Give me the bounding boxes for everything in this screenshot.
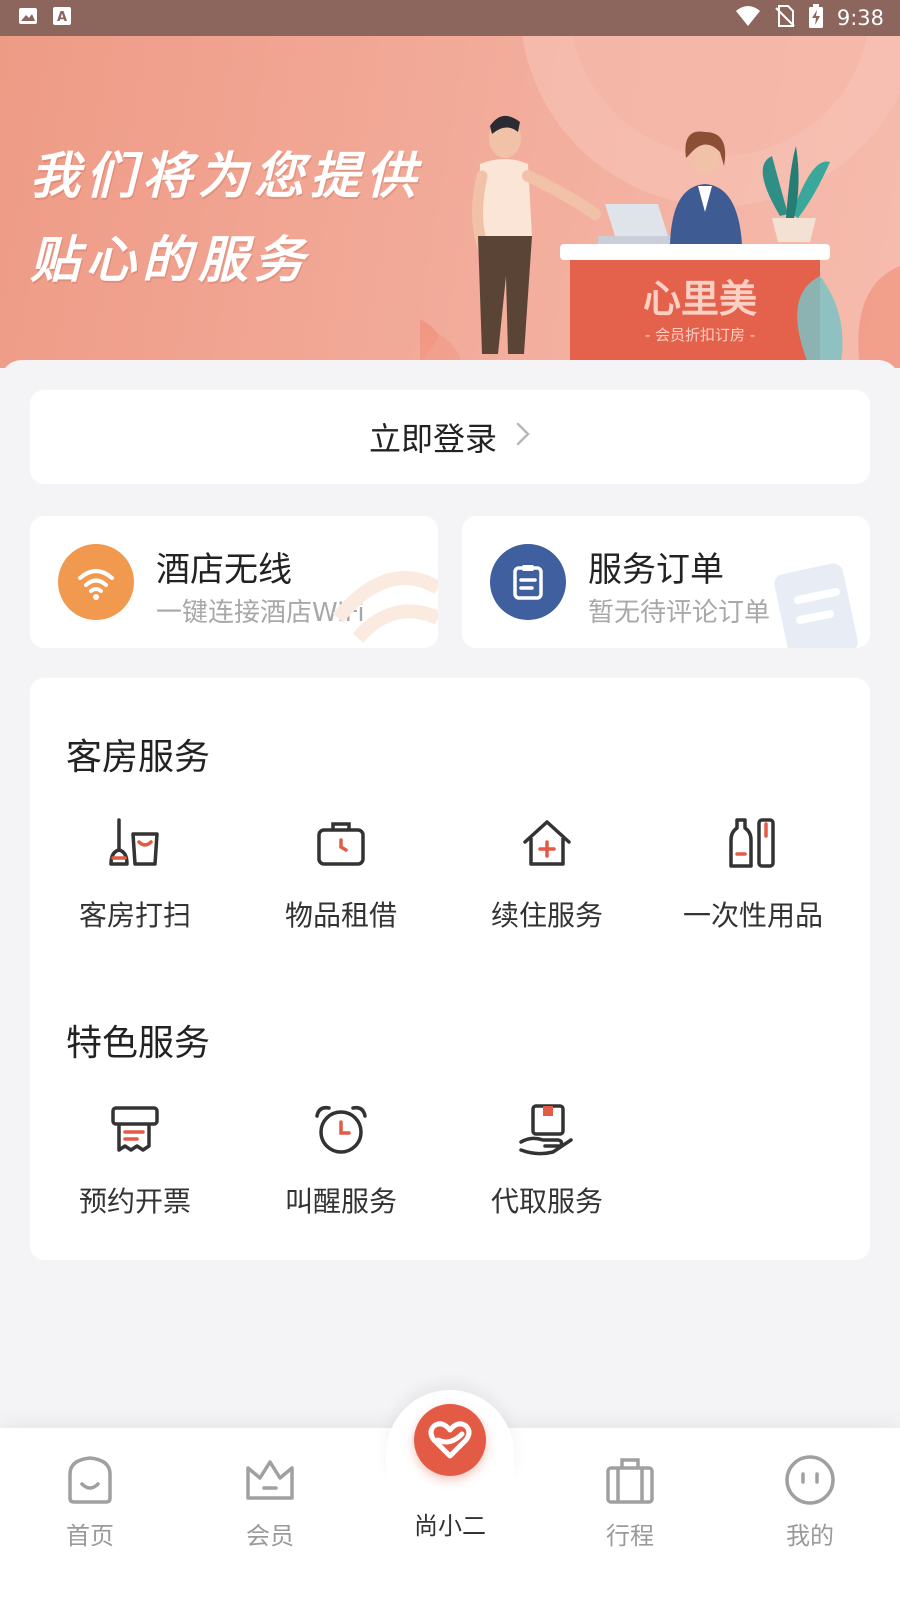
service-room-cleaning[interactable]: 客房打扫	[30, 814, 240, 944]
banner-line-1: 我们将为您提供	[30, 147, 422, 205]
crown-icon	[246, 1460, 294, 1500]
receipt-printer-icon	[111, 1106, 159, 1152]
desk-brand: 心里美	[643, 277, 757, 321]
banner-headline: 我们将为您提供 贴心的服务	[30, 134, 422, 302]
service-label: 客房打扫	[78, 899, 191, 932]
gallery-icon	[18, 6, 38, 30]
clipboard-icon	[490, 544, 566, 620]
service-label: 预约开票	[78, 1185, 191, 1218]
reception-illustration: 心里美 - 会员折扣订房 -	[420, 36, 900, 368]
keyboard-a-icon: A	[52, 6, 72, 30]
smiley-icon	[785, 1455, 835, 1505]
nav-label: 会员	[246, 1522, 294, 1550]
services-card: 客房服务 客房打扫 物品租借 续住服务 一次性用品 特色服务 预约开票 叫醒服务…	[30, 678, 870, 1260]
service-label: 代取服务	[490, 1185, 603, 1218]
nav-label: 首页	[66, 1522, 114, 1550]
toiletries-icon	[729, 818, 775, 868]
chevron-right-icon	[515, 421, 531, 454]
nav-itinerary[interactable]: 行程	[570, 1452, 690, 1552]
alarm-clock-icon	[315, 1105, 367, 1154]
service-label: 续住服务	[490, 899, 603, 932]
svg-text:A: A	[57, 10, 67, 25]
wifi-icon	[58, 544, 134, 620]
battery-charging-icon	[808, 4, 823, 32]
nav-member[interactable]: 会员	[210, 1452, 330, 1552]
banner-line-2: 贴心的服务	[30, 231, 310, 289]
special-services-title: 特色服务	[66, 1023, 211, 1064]
wifi-icon	[735, 5, 761, 31]
nav-label: 尚小二	[414, 1512, 486, 1540]
cleaning-icon	[109, 818, 159, 866]
service-pickup[interactable]: 代取服务	[442, 1100, 652, 1230]
orders-card-title: 服务订单	[588, 550, 724, 590]
desk-slogan: - 会员折扣订房 -	[645, 326, 755, 344]
hand-package-icon	[519, 1104, 573, 1156]
wifi-card-title: 酒店无线	[156, 550, 292, 590]
status-bar: A 9:38	[0, 0, 900, 36]
heart-badge-icon	[414, 1404, 486, 1476]
nav-assistant[interactable]: 尚小二	[390, 1404, 510, 1541]
service-wake-up[interactable]: 叫醒服务	[236, 1100, 446, 1230]
service-invoice[interactable]: 预约开票	[30, 1100, 240, 1230]
wifi-watermark-icon	[332, 571, 438, 643]
service-extend-stay[interactable]: 续住服务	[442, 814, 652, 944]
nav-label: 我的	[786, 1522, 834, 1550]
house-plus-icon	[523, 820, 571, 866]
home-icon	[68, 1456, 112, 1504]
luggage-icon	[606, 1458, 654, 1504]
service-label: 物品租借	[284, 899, 397, 932]
orders-card-subtitle: 暂无待评论订单	[588, 598, 771, 628]
room-services-title: 客房服务	[66, 737, 211, 778]
no-sim-icon	[775, 5, 795, 31]
nav-profile[interactable]: 我的	[750, 1452, 870, 1552]
promo-banner[interactable]: 我们将为您提供 贴心的服务 心里美 - 会员折扣订房 -	[0, 36, 900, 368]
nav-home[interactable]: 首页	[30, 1452, 150, 1552]
service-orders-card[interactable]: 服务订单 暂无待评论订单	[462, 516, 870, 648]
clipboard-watermark-icon	[774, 563, 858, 648]
nav-label: 行程	[606, 1522, 654, 1550]
service-label: 叫醒服务	[284, 1185, 397, 1218]
clock: 9:38	[836, 6, 884, 30]
service-label: 一次性用品	[682, 899, 823, 932]
service-toiletries[interactable]: 一次性用品	[648, 814, 858, 944]
suitcase-icon	[317, 822, 365, 866]
login-button[interactable]: 立即登录	[30, 390, 870, 484]
service-item-rental[interactable]: 物品租借	[236, 814, 446, 944]
hotel-wifi-card[interactable]: 酒店无线 一键连接酒店WiFi	[30, 516, 438, 648]
login-label: 立即登录	[368, 420, 497, 458]
